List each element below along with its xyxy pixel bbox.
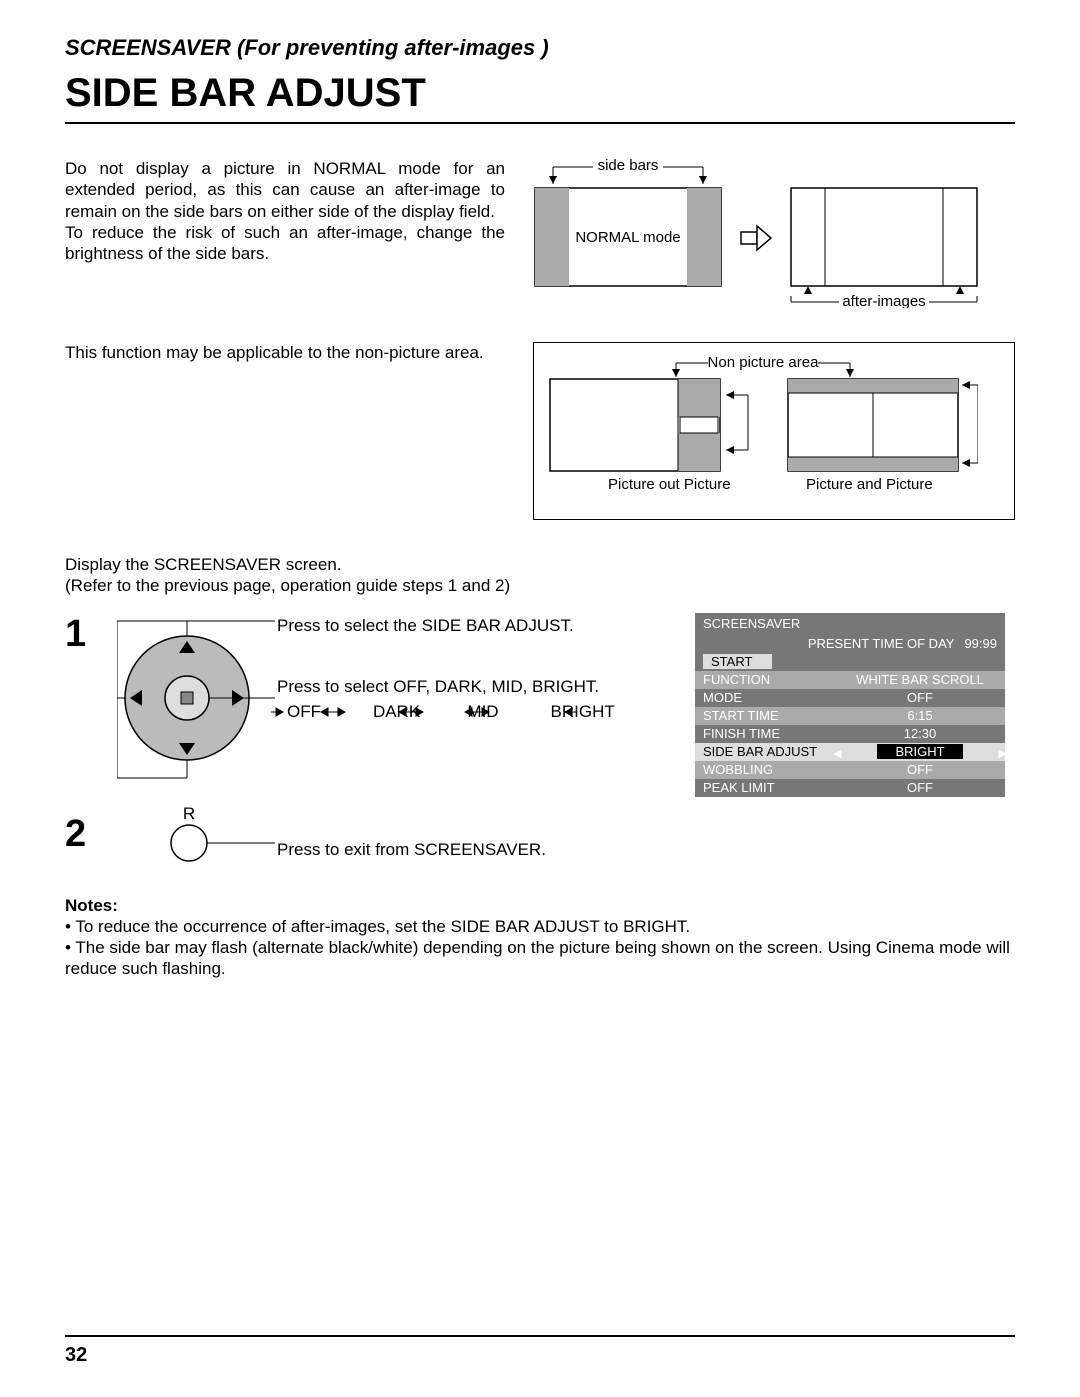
osd-menu: SCREENSAVER PRESENT TIME OF DAY 99:99 ST… xyxy=(695,613,1005,797)
press-select-side: Press to select the SIDE BAR ADJUST. xyxy=(277,615,695,636)
osd-peak-val: OFF xyxy=(835,780,1005,795)
diagram-non-picture: Non picture area Picture out Picture xyxy=(533,342,1015,520)
label-picture-out: Picture out Picture xyxy=(608,476,731,493)
label-side-bars: side bars xyxy=(598,158,659,174)
label-normal-mode: NORMAL mode xyxy=(575,229,680,246)
step-2-row: 2 R Press to exit from SCREENSAVER. xyxy=(65,805,1015,865)
cycle-row: OFF DARK MID BRIGHT xyxy=(277,701,695,722)
osd-function-label: FUNCTION xyxy=(695,672,835,687)
intro-p1: Do not display a picture in NORMAL mode … xyxy=(65,158,505,222)
display-line1: Display the SCREENSAVER screen. xyxy=(65,554,1015,575)
label-picture-and: Picture and Picture xyxy=(806,476,933,493)
triangle-right-icon: ▶ xyxy=(999,747,1007,760)
page-number: 32 xyxy=(65,1344,87,1367)
osd-wobbling-val: OFF xyxy=(835,762,1005,777)
osd-sidebar-label: SIDE BAR ADJUST xyxy=(695,744,835,759)
osd-start-time-label: START TIME xyxy=(695,708,835,723)
note-1: • To reduce the occurrence of after-imag… xyxy=(65,916,1015,937)
osd-present-label: PRESENT TIME OF DAY xyxy=(808,636,955,651)
display-instructions: Display the SCREENSAVER screen. (Refer t… xyxy=(65,554,1015,597)
page-title: SIDE BAR ADJUST xyxy=(65,71,1015,116)
r-button-diagram: R xyxy=(117,805,277,865)
label-non-picture: Non picture area xyxy=(708,355,820,371)
step-1-row: 1 Press to select the SIDE BAR ADJUST. P… xyxy=(65,613,1015,797)
osd-finish-time-val: 12:30 xyxy=(835,726,1005,741)
label-after-images: after-images xyxy=(842,293,925,308)
section-header: SCREENSAVER (For preventing after-images… xyxy=(65,35,1015,61)
dpad-diagram xyxy=(117,613,277,783)
osd-present-val: 99:99 xyxy=(964,636,997,651)
osd-wrapper: SCREENSAVER PRESENT TIME OF DAY 99:99 ST… xyxy=(695,613,1015,797)
notes-section: Notes: • To reduce the occurrence of aft… xyxy=(65,895,1015,980)
diagram-sidebars: side bars NORMAL mode after-images xyxy=(533,158,1015,308)
intro-p2: To reduce the risk of such an after-imag… xyxy=(65,222,505,265)
notes-title: Notes: xyxy=(65,895,1015,916)
osd-sidebar-val: BRIGHT xyxy=(877,744,962,759)
intro-row: Do not display a picture in NORMAL mode … xyxy=(65,158,1015,308)
intro-text: Do not display a picture in NORMAL mode … xyxy=(65,158,505,308)
osd-finish-time-label: FINISH TIME xyxy=(695,726,835,741)
osd-title: SCREENSAVER xyxy=(695,616,800,631)
r-label: R xyxy=(183,805,195,823)
osd-mode-val: OFF xyxy=(835,690,1005,705)
footer-rule xyxy=(65,1335,1015,1337)
display-line2: (Refer to the previous page, operation g… xyxy=(65,575,1015,596)
title-rule xyxy=(65,122,1015,124)
osd-start-time-val: 6:15 xyxy=(835,708,1005,723)
osd-start: START xyxy=(703,654,772,669)
second-row: This function may be applicable to the n… xyxy=(65,342,1015,520)
osd-function-val: WHITE BAR SCROLL xyxy=(835,672,1005,687)
press-exit: Press to exit from SCREENSAVER. xyxy=(277,809,546,860)
osd-mode-label: MODE xyxy=(695,690,835,705)
step-2-number: 2 xyxy=(65,813,117,856)
triangle-left-icon: ◀ xyxy=(833,747,841,760)
applicable-text: This function may be applicable to the n… xyxy=(65,342,505,363)
step-1-text: Press to select the SIDE BAR ADJUST. Pre… xyxy=(277,613,695,723)
osd-wobbling-label: WOBBLING xyxy=(695,762,835,777)
osd-peak-label: PEAK LIMIT xyxy=(695,780,835,795)
note-2: • The side bar may flash (alternate blac… xyxy=(65,937,1015,980)
press-select-off: Press to select OFF, DARK, MID, BRIGHT. xyxy=(277,676,695,697)
step-1-number: 1 xyxy=(65,613,117,656)
